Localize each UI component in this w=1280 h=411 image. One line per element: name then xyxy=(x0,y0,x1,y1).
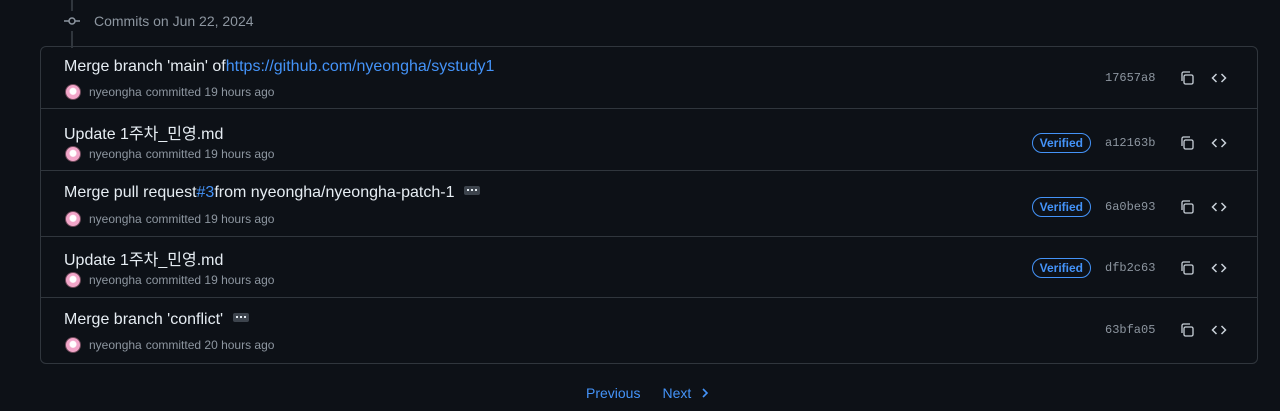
verified-badge[interactable]: Verified xyxy=(1031,133,1091,153)
code-icon xyxy=(1211,325,1227,335)
avatar[interactable] xyxy=(65,337,81,353)
commit-actions: 63bfa05 xyxy=(1105,316,1235,344)
copy-sha-button[interactable] xyxy=(1171,129,1203,157)
commit-row: Update 1주차_민영.md nyeongha committed 19 h… xyxy=(41,237,1257,298)
commit-meta: nyeongha committed 19 hours ago xyxy=(65,84,274,100)
copy-sha-button[interactable] xyxy=(1171,254,1203,282)
commit-group-header: Commits on Jun 22, 2024 xyxy=(62,10,254,32)
commits-page: Commits on Jun 22, 2024 Merge branch 'ma… xyxy=(0,0,1280,411)
browse-repo-button[interactable] xyxy=(1203,129,1235,157)
commit-sha[interactable]: dfb2c63 xyxy=(1105,261,1159,275)
commit-meta: nyeongha committed 19 hours ago xyxy=(65,146,274,162)
copy-icon xyxy=(1181,323,1194,337)
commit-title-link[interactable]: https://github.com/nyeongha/systudy1 xyxy=(226,58,495,76)
copy-sha-button[interactable] xyxy=(1171,316,1203,344)
browse-repo-button[interactable] xyxy=(1203,316,1235,344)
next-label: Next xyxy=(662,385,692,401)
copy-icon xyxy=(1181,71,1194,85)
browse-repo-button[interactable] xyxy=(1203,193,1235,221)
commit-title-suffix[interactable]: from nyeongha/nyeongha-patch-1 xyxy=(214,184,454,202)
expand-message-button[interactable] xyxy=(233,312,250,322)
commit-title[interactable]: Update 1주차_민영.md xyxy=(64,120,223,144)
commit-actions: Verified a12163b xyxy=(1031,129,1235,157)
avatar[interactable] xyxy=(65,272,81,288)
commit-time: committed 20 hours ago xyxy=(145,338,275,352)
commit-title-text[interactable]: Merge branch 'conflict' xyxy=(64,311,223,329)
commit-time: committed 19 hours ago xyxy=(145,273,275,287)
commit-sha[interactable]: 17657a8 xyxy=(1105,71,1159,85)
commit-actions: Verified dfb2c63 xyxy=(1031,254,1235,282)
commit-row: Merge pull request #3 from nyeongha/nyeo… xyxy=(41,171,1257,237)
copy-sha-button[interactable] xyxy=(1171,64,1203,92)
commit-sha[interactable]: a12163b xyxy=(1105,136,1159,150)
commit-group-title: Commits on Jun 22, 2024 xyxy=(94,13,254,29)
commit-row: Merge branch 'main' of https://github.co… xyxy=(41,47,1257,109)
browse-repo-button[interactable] xyxy=(1203,64,1235,92)
commit-row: Update 1주차_민영.md nyeongha committed 19 h… xyxy=(41,109,1257,171)
verified-badge[interactable]: Verified xyxy=(1031,258,1091,278)
commit-row: Merge branch 'conflict' nyeongha committ… xyxy=(41,298,1257,363)
code-icon xyxy=(1211,202,1227,212)
avatar[interactable] xyxy=(65,146,81,162)
chevron-right-icon xyxy=(702,388,709,398)
commit-actions: Verified 6a0be93 xyxy=(1031,193,1235,221)
verified-badge[interactable]: Verified xyxy=(1031,197,1091,217)
commit-title-text[interactable]: Update 1주차_민영.md xyxy=(64,246,223,270)
code-icon xyxy=(1211,138,1227,148)
commit-time: committed 19 hours ago xyxy=(145,212,275,226)
copy-sha-button[interactable] xyxy=(1171,193,1203,221)
commit-author[interactable]: nyeongha xyxy=(89,85,142,99)
code-icon xyxy=(1211,263,1227,273)
commit-title[interactable]: Update 1주차_민영.md xyxy=(64,246,223,270)
commit-time: committed 19 hours ago xyxy=(145,85,275,99)
copy-icon xyxy=(1181,136,1194,150)
commit-title-text[interactable]: Merge pull request xyxy=(64,184,197,202)
pagination: Previous Next xyxy=(586,385,711,401)
commit-actions: 17657a8 xyxy=(1105,64,1235,92)
commit-time: committed 19 hours ago xyxy=(145,147,275,161)
commit-author[interactable]: nyeongha xyxy=(89,273,142,287)
commit-author[interactable]: nyeongha xyxy=(89,147,142,161)
copy-icon xyxy=(1181,200,1194,214)
pull-request-link[interactable]: #3 xyxy=(197,184,215,202)
commit-meta: nyeongha committed 19 hours ago xyxy=(65,272,274,288)
next-button[interactable]: Next xyxy=(662,385,711,401)
expand-message-button[interactable] xyxy=(464,185,481,195)
commit-title[interactable]: Merge branch 'conflict' xyxy=(64,311,250,329)
commit-title-text[interactable]: Merge branch 'main' of xyxy=(64,58,226,76)
commit-title[interactable]: Merge branch 'main' of https://github.co… xyxy=(64,58,494,76)
commit-author[interactable]: nyeongha xyxy=(89,212,142,226)
commit-list: Merge branch 'main' of https://github.co… xyxy=(40,46,1258,364)
avatar[interactable] xyxy=(65,84,81,100)
browse-repo-button[interactable] xyxy=(1203,254,1235,282)
commit-sha[interactable]: 63bfa05 xyxy=(1105,323,1159,337)
commit-meta: nyeongha committed 20 hours ago xyxy=(65,337,274,353)
commit-title-text[interactable]: Update 1주차_민영.md xyxy=(64,120,223,144)
commit-sha[interactable]: 6a0be93 xyxy=(1105,200,1159,214)
git-commit-icon xyxy=(62,11,82,31)
avatar[interactable] xyxy=(65,211,81,227)
previous-button[interactable]: Previous xyxy=(586,385,640,401)
commit-meta: nyeongha committed 19 hours ago xyxy=(65,211,274,227)
code-icon xyxy=(1211,73,1227,83)
copy-icon xyxy=(1181,261,1194,275)
commit-title[interactable]: Merge pull request #3 from nyeongha/nyeo… xyxy=(64,184,481,202)
commit-author[interactable]: nyeongha xyxy=(89,338,142,352)
